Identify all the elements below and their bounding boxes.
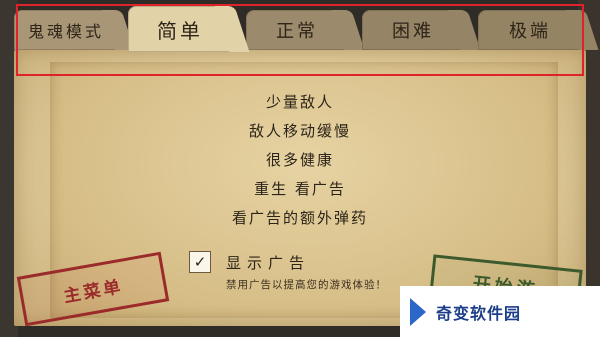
difficulty-feature-list: 少量敌人 敌人移动缓慢 很多健康 重生 看广告 看广告的额外弹药 [200,88,400,233]
highlight-box [16,4,584,76]
feature-item: 敌人移动缓慢 [248,122,351,140]
show-ads-checkbox[interactable]: ✓ [189,251,211,273]
show-ads-label: 显示广告 [226,254,311,272]
watermark-logo-icon [410,297,426,326]
feature-item: 重生 看广告 [254,180,346,198]
check-icon: ✓ [193,253,207,271]
feature-item: 很多健康 [265,151,334,169]
watermark-text: 奇变软件园 [436,303,522,323]
show-ads-hint: 禁用广告以提高您的游戏体验！ [226,279,387,291]
feature-item: 看广告的额外弹药 [231,209,368,227]
feature-item: 少量敌人 [265,93,334,111]
watermark: 奇变软件园 [400,286,600,337]
main-menu-label: 主菜单 [62,276,125,307]
